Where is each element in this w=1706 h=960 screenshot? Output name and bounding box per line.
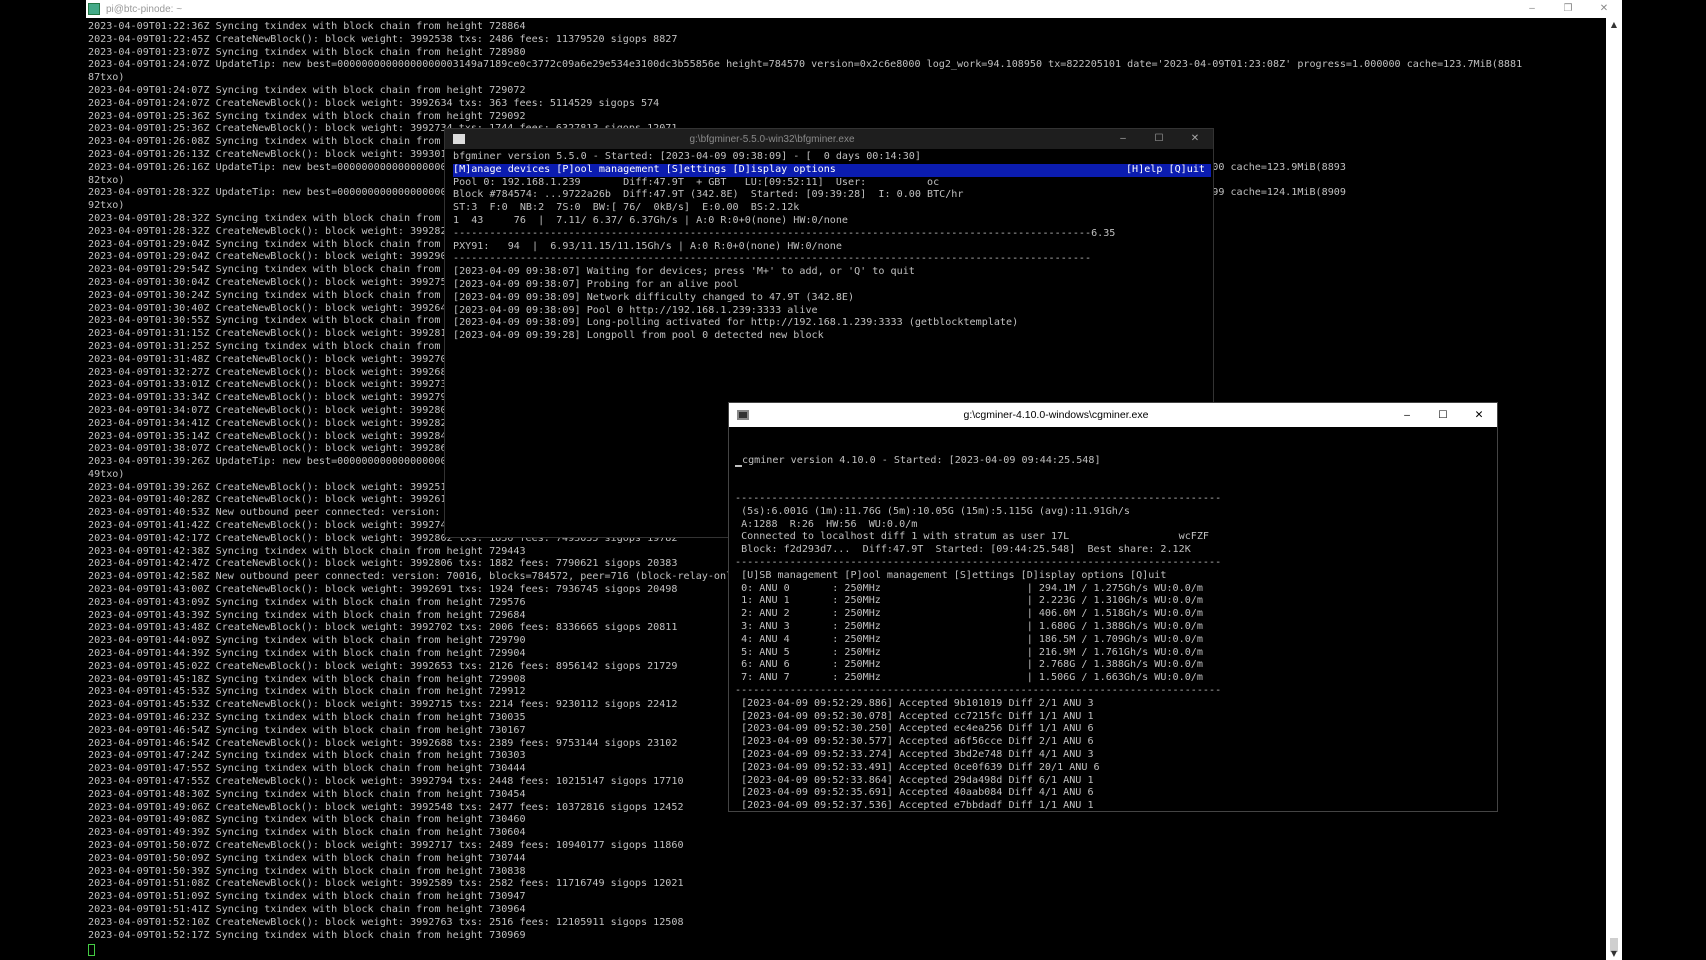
close-button[interactable]: ✕ <box>1461 403 1497 427</box>
cgminer-line: [2023-04-09 09:52:29.886] Accepted 9b101… <box>735 697 1094 709</box>
log-line: 2023-04-09T01:52:17Z Syncing txindex wit… <box>88 929 526 941</box>
pinode-title: pi@btc-pinode: ~ <box>106 3 183 15</box>
cgminer-line: 4: ANU 4 : 250MHz | 186.5M / 1.709Gh/s W… <box>735 633 1203 645</box>
log-line: 2023-04-09T01:51:08Z CreateNewBlock(): b… <box>88 878 684 890</box>
scroll-down-icon[interactable]: ▼ <box>1606 949 1622 958</box>
bfgminer-line: [2023-04-09 09:38:07] Waiting for device… <box>453 266 915 278</box>
close-button[interactable]: ✕ <box>1586 0 1622 18</box>
minimize-button[interactable]: – <box>1514 0 1550 18</box>
cgminer-line: 7: ANU 7 : 250MHz | 1.506G / 1.663Gh/s W… <box>735 672 1203 684</box>
cgminer-line: [2023-04-09 09:52:30.078] Accepted cc721… <box>735 710 1094 722</box>
console-icon <box>737 410 749 420</box>
log-line: 2023-04-09T01:22:45Z CreateNewBlock(): b… <box>88 33 678 45</box>
cgminer-line: [2023-04-09 09:52:30.577] Accepted a6f56… <box>735 736 1094 748</box>
log-line: 2023-04-09T01:24:07Z Syncing txindex wit… <box>88 84 526 96</box>
bfgminer-line: [2023-04-09 09:38:09] Pool 0 http://192.… <box>453 304 818 316</box>
cgminer-line: 1: ANU 1 : 250MHz | 2.223G / 1.310Gh/s W… <box>735 595 1203 607</box>
cgminer-line: ----------------------------------------… <box>735 492 1222 504</box>
cgminer-window[interactable]: g:\cgminer-4.10.0-windows\cgminer.exe – … <box>728 402 1498 812</box>
cgminer-title: g:\cgminer-4.10.0-windows\cgminer.exe <box>963 409 1149 421</box>
cgminer-line: Block: f2d293d7... Diff:47.9T Started: [… <box>735 544 1191 556</box>
cgminer-line: [2023-04-09 09:52:35.691] Accepted 40aab… <box>735 787 1094 799</box>
bfgminer-line: 1 43 76 | 7.11/ 6.37/ 6.37Gh/s | A:0 R:0… <box>453 214 849 226</box>
cgminer-line: 0: ANU 0 : 250MHz | 294.1M / 1.275Gh/s W… <box>735 582 1203 594</box>
bfgminer-line: ST:3 F:0 NB:2 7S:0 BW:[ 76/ 0kB/s] E:0.0… <box>453 202 800 214</box>
cgminer-version-line: cgminer version 4.10.0 - Started: [2023-… <box>742 454 1101 466</box>
bfgminer-line: ----------------------------------------… <box>453 227 1116 239</box>
log-line: 2023-04-09T01:25:36Z Syncing txindex wit… <box>88 110 526 122</box>
shell-prompt-cursor <box>88 944 95 956</box>
cgminer-line: [2023-04-09 09:52:37.536] Accepted e7bbd… <box>735 800 1094 812</box>
console-icon <box>453 134 465 144</box>
cgminer-line: [2023-04-09 09:52:30.250] Accepted ec4ea… <box>735 723 1094 735</box>
bfgminer-title-bar[interactable]: g:\bfgminer-5.5.0-win32\bfgminer.exe – ☐… <box>445 129 1213 149</box>
cgminer-console: cgminer version 4.10.0 - Started: [2023-… <box>735 429 1495 812</box>
scroll-up-icon[interactable]: ▲ <box>1606 20 1622 29</box>
log-line: 2023-04-09T01:51:41Z Syncing txindex wit… <box>88 903 526 915</box>
cgminer-line: 6: ANU 6 : 250MHz | 2.768G / 1.388Gh/s W… <box>735 659 1203 671</box>
bfgminer-line: [2023-04-09 09:39:28] Longpoll from pool… <box>453 330 824 342</box>
bfgminer-line: Block #784574: ...9722a26b Diff:47.9T (3… <box>453 189 964 201</box>
vertical-scrollbar[interactable]: ▲ ▼ <box>1606 18 1622 960</box>
text-cursor <box>735 465 742 468</box>
maximize-button[interactable]: ☐ <box>1425 403 1461 427</box>
maximize-button[interactable]: ❐ <box>1550 0 1586 18</box>
log-line: 2023-04-09T01:50:39Z Syncing txindex wit… <box>88 865 526 877</box>
log-line: 2023-04-09T01:49:08Z Syncing txindex wit… <box>88 814 526 826</box>
cgminer-line: 2: ANU 2 : 250MHz | 406.0M / 1.518Gh/s W… <box>735 608 1203 620</box>
log-line: 2023-04-09T01:23:07Z Syncing txindex wit… <box>88 46 526 58</box>
bfgminer-line: PXY91: 94 | 6.93/11.15/11.15Gh/s | A:0 R… <box>453 240 842 252</box>
log-line: 2023-04-09T01:51:09Z Syncing txindex wit… <box>88 891 526 903</box>
bfgminer-menu-bar[interactable]: [M]anage devices [P]ool management [S]et… <box>453 163 1211 177</box>
log-line: 2023-04-09T01:50:07Z CreateNewBlock(): b… <box>88 840 684 851</box>
log-line: 2023-04-09T01:52:10Z CreateNewBlock(): b… <box>88 916 684 928</box>
log-line: 2023-04-09T01:24:07Z CreateNewBlock(): b… <box>88 97 660 109</box>
cgminer-title-bar[interactable]: g:\cgminer-4.10.0-windows\cgminer.exe – … <box>729 403 1497 427</box>
pinode-title-bar[interactable]: pi@btc-pinode: ~ – ❐ ✕ <box>86 0 1622 18</box>
bfgminer-line: Pool 0: 192.168.1.239 Diff:47.9T + GBT L… <box>453 176 940 188</box>
bfgminer-line: [2023-04-09 09:38:09] Long-polling activ… <box>453 317 1019 329</box>
log-line: 87txo) <box>88 72 125 84</box>
cgminer-line: 3: ANU 3 : 250MHz | 1.680G / 1.388Gh/s W… <box>735 620 1203 632</box>
bfgminer-title: g:\bfgminer-5.5.0-win32\bfgminer.exe <box>689 133 855 145</box>
log-line: 2023-04-09T01:50:09Z Syncing txindex wit… <box>88 852 526 864</box>
cgminer-line: [2023-04-09 09:52:33.491] Accepted 0ce0f… <box>735 761 1100 773</box>
cgminer-line: Connected to localhost diff 1 with strat… <box>735 531 1210 543</box>
bfgminer-line: bfgminer version 5.5.0 - Started: [2023-… <box>453 151 921 162</box>
maximize-button[interactable]: ☐ <box>1141 129 1177 149</box>
bfgminer-line: [2023-04-09 09:38:09] Network difficulty… <box>453 291 855 303</box>
log-line: 2023-04-09T01:24:07Z UpdateTip: new best… <box>88 59 1523 71</box>
terminal-icon <box>88 3 100 15</box>
cgminer-line: A:1288 R:26 HW:56 WU:0.0/m <box>735 518 918 530</box>
cgminer-line: [U]SB management [P]ool management [S]et… <box>735 569 1167 581</box>
cgminer-line: (5s):6.001G (1m):11.76G (5m):10.05G (15m… <box>735 505 1131 517</box>
close-button[interactable]: ✕ <box>1177 129 1213 149</box>
cgminer-line: ----------------------------------------… <box>735 684 1222 696</box>
log-line: 2023-04-09T01:22:36Z Syncing txindex wit… <box>88 21 526 32</box>
bfgminer-menu-options[interactable]: [M]anage devices [P]ool management [S]et… <box>453 164 836 175</box>
bfgminer-help-quit[interactable]: [H]elp [Q]uit <box>1126 164 1205 177</box>
bfgminer-line: ----------------------------------------… <box>453 253 1092 265</box>
bfgminer-line: [2023-04-09 09:38:07] Probing for an ali… <box>453 278 739 290</box>
cgminer-line: [2023-04-09 09:52:33.864] Accepted 29da4… <box>735 774 1094 786</box>
minimize-button[interactable]: – <box>1389 403 1425 427</box>
cgminer-line: 5: ANU 5 : 250MHz | 216.9M / 1.761Gh/s W… <box>735 646 1203 658</box>
log-line: 2023-04-09T01:49:39Z Syncing txindex wit… <box>88 827 526 839</box>
minimize-button[interactable]: – <box>1105 129 1141 149</box>
cgminer-line: [2023-04-09 09:52:33.274] Accepted 3bd2e… <box>735 748 1094 760</box>
cgminer-line: ----------------------------------------… <box>735 556 1222 568</box>
